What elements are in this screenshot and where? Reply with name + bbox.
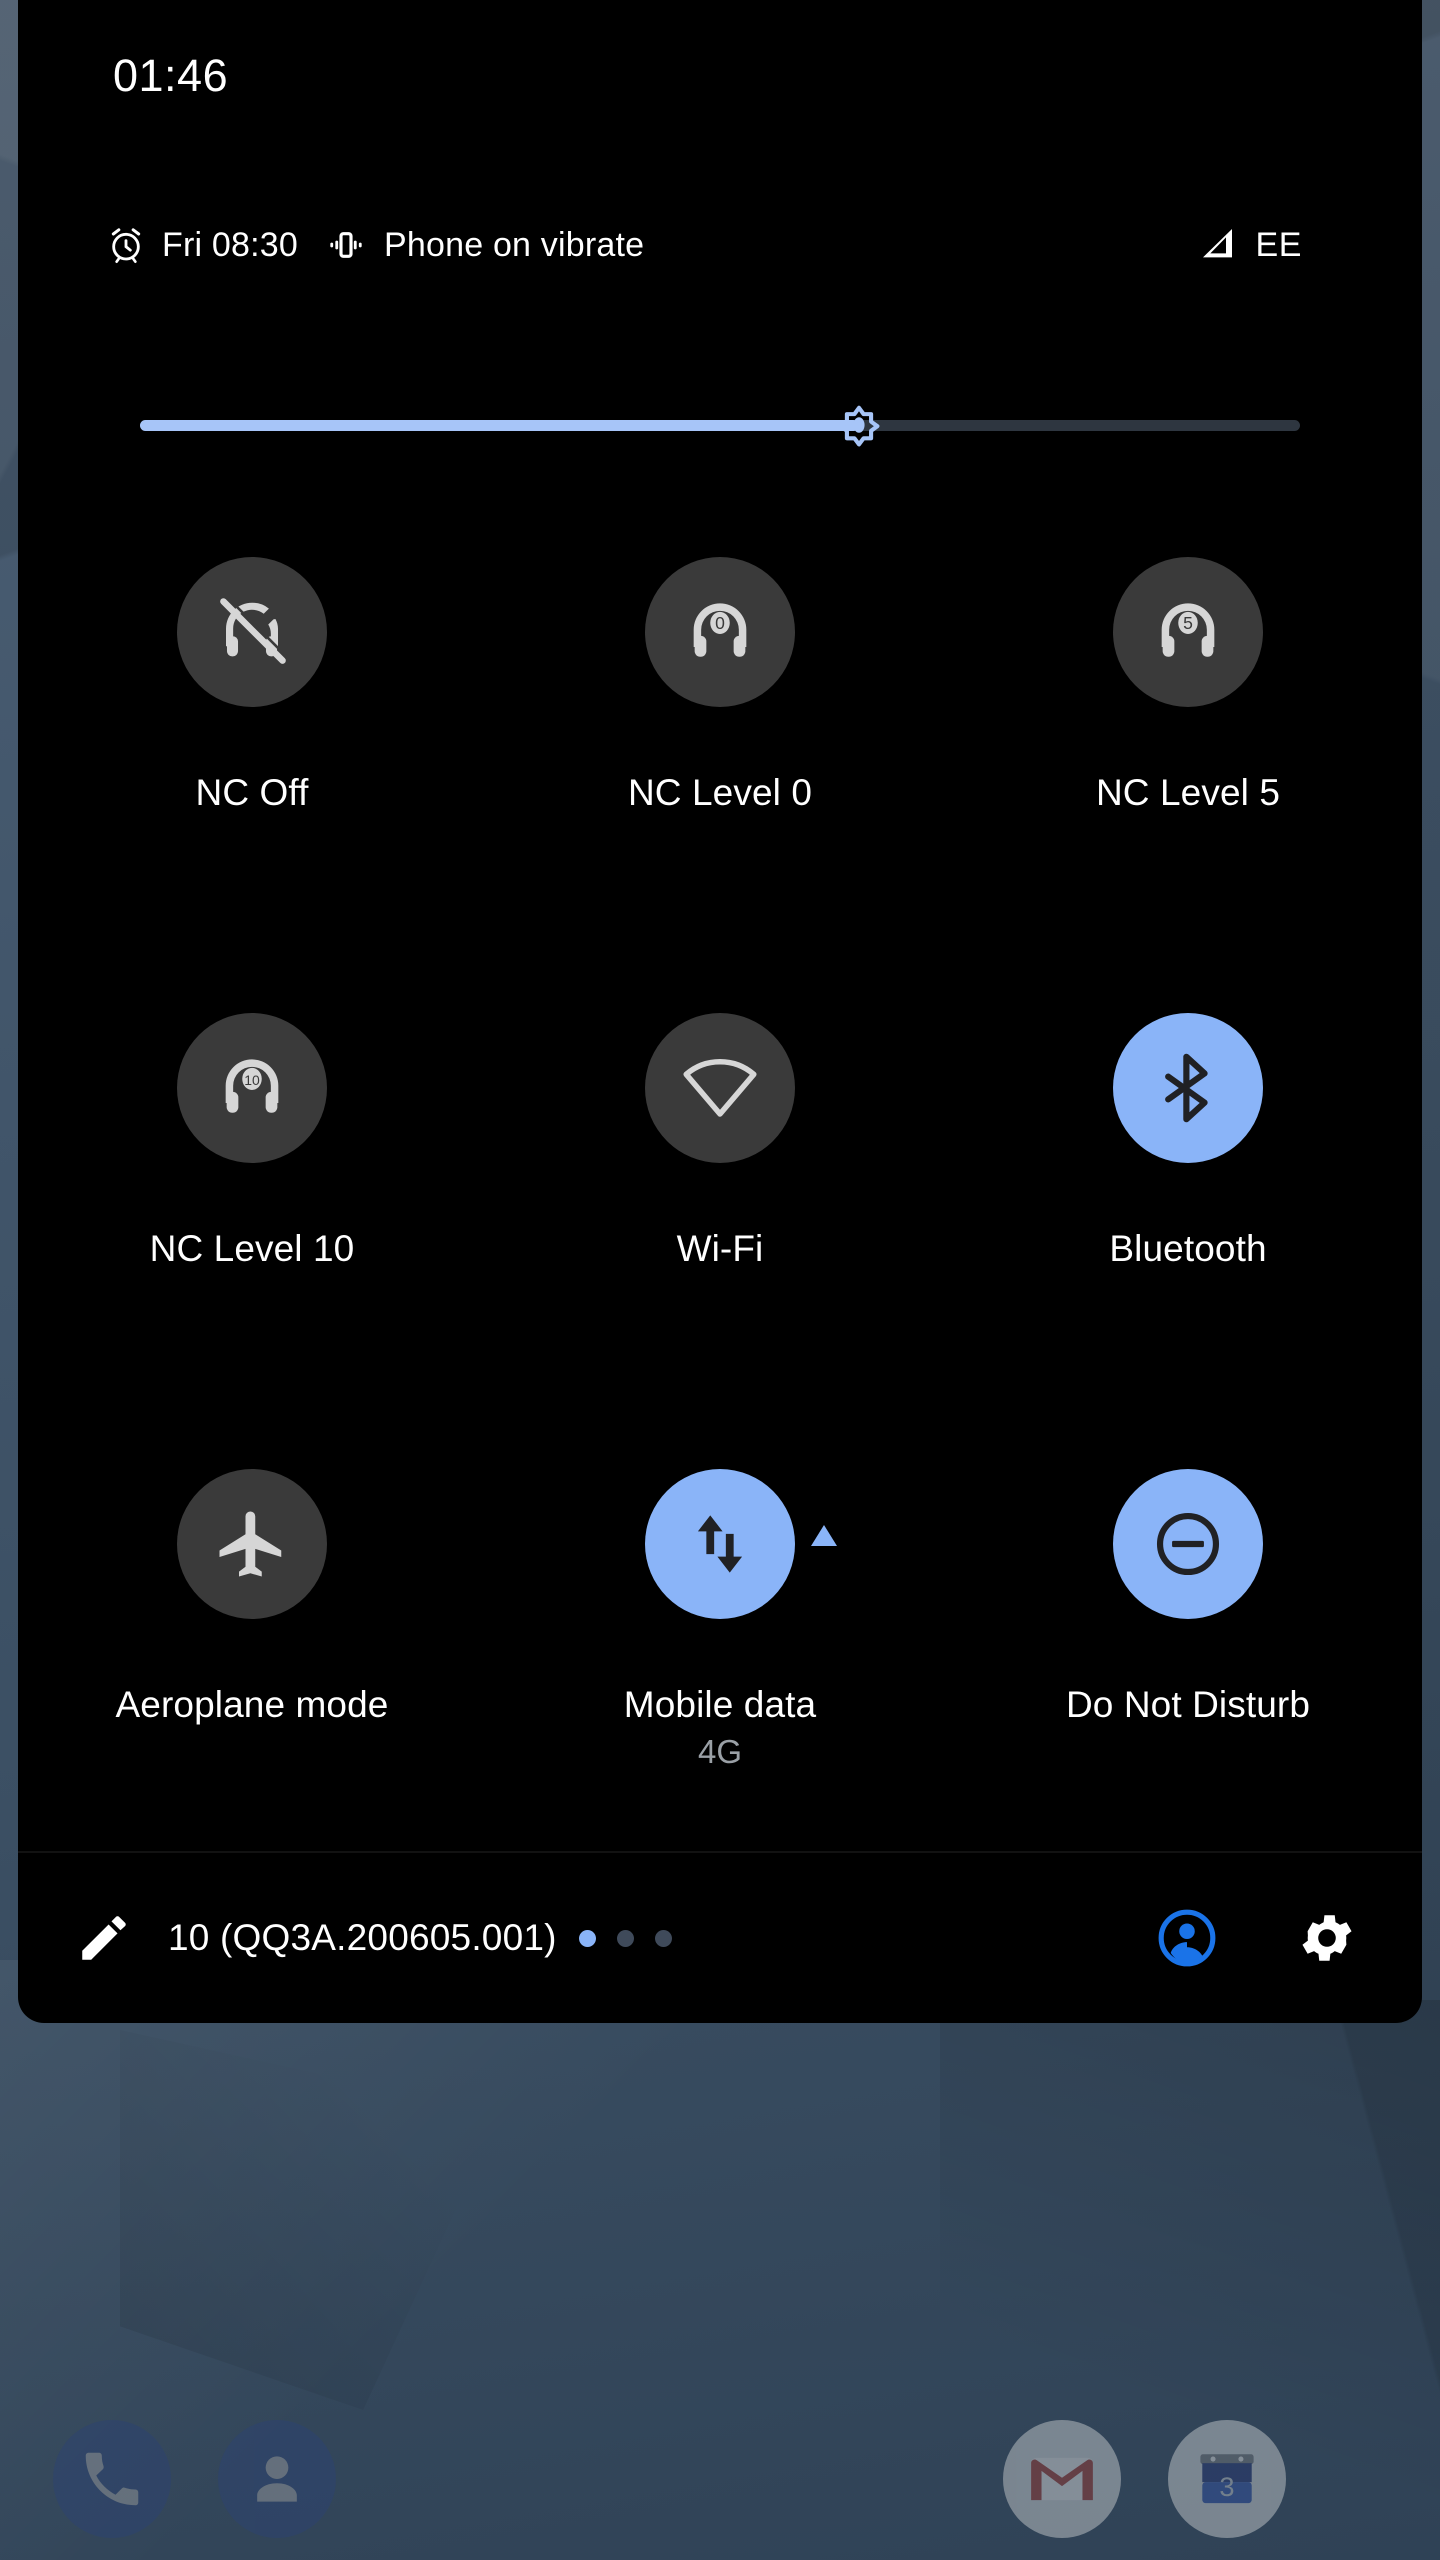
- status-row-left: Fri 08:30 Phone on vibrate: [106, 215, 644, 275]
- ringer-status-label: Phone on vibrate: [383, 225, 645, 264]
- qs-tile-icon-wrap: [1113, 1013, 1263, 1163]
- qs-tile-icon-nc-off[interactable]: [177, 557, 327, 707]
- svg-text:3: 3: [1219, 2471, 1234, 2502]
- qs-tile-label: Aeroplane mode: [115, 1684, 389, 1725]
- qs-tile-expand-badge[interactable]: [811, 1525, 837, 1546]
- qs-tile-icon-bluetooth[interactable]: [1113, 1013, 1263, 1163]
- qs-tile-icon-wrap: [645, 1013, 795, 1163]
- brightness-sun-icon: [838, 405, 880, 447]
- bluetooth-icon: [1165, 1053, 1208, 1123]
- home-dock: 3: [0, 2420, 1440, 2560]
- qs-tile-icon-wrap: [177, 1469, 327, 1619]
- calendar-icon: 3: [1200, 2454, 1254, 2504]
- qs-tile-label: NC Level 5: [1095, 772, 1281, 813]
- qs-tile-label: NC Off: [195, 772, 309, 813]
- tiles-row: NC Off 0 NC Level 0 5 NC Level 5: [18, 545, 1422, 1001]
- brightness-slider[interactable]: [18, 395, 1422, 457]
- qs-tile-label: Wi-Fi: [676, 1228, 764, 1269]
- qs-tile-nc-level-10[interactable]: 10 NC Level 10: [18, 1001, 486, 1457]
- brightness-slider-fill: [140, 420, 860, 431]
- svg-text:5: 5: [1183, 613, 1193, 633]
- gmail-icon: [1031, 2457, 1093, 2501]
- headphones-off-icon: [220, 596, 289, 664]
- page-dot[interactable]: [654, 1929, 672, 1947]
- qs-tile-icon-mobile-data[interactable]: [645, 1469, 795, 1619]
- qs-tile-label: Bluetooth: [1109, 1228, 1267, 1269]
- phone-icon: [85, 2452, 139, 2506]
- cellular-signal-icon: [1197, 223, 1237, 268]
- alarm-time-label: Fri 08:30: [162, 225, 298, 264]
- pencil-edit-icon: [82, 1916, 126, 1960]
- qs-tile-icon-nc-level-5[interactable]: 5: [1113, 557, 1263, 707]
- qs-tile-label: Do Not Disturb: [1065, 1684, 1311, 1725]
- status-row-right: EE: [1197, 215, 1302, 275]
- status-bar-clock: 01:46: [113, 50, 229, 101]
- contacts-icon: [257, 2456, 297, 2502]
- qs-tile-icon-wrap: [1113, 1469, 1263, 1619]
- qs-tile-label: NC Level 0: [627, 772, 813, 813]
- qs-tile-nc-level-5[interactable]: 5 NC Level 5: [954, 545, 1422, 1001]
- tiles-row: 10 NC Level 10 Wi-Fi Bluetooth: [18, 1001, 1422, 1457]
- data-transfer-icon: [697, 1515, 743, 1573]
- quick-settings-status-row: Fri 08:30 Phone on vibrate EE: [18, 215, 1422, 275]
- qs-tile-icon-nc-level-10[interactable]: 10: [177, 1013, 327, 1163]
- do-not-disturb-icon: [1156, 1512, 1220, 1576]
- dock-item-calendar[interactable]: 3: [1168, 2420, 1286, 2538]
- qs-tile-icon-wrap: [177, 557, 327, 707]
- dock-item-gmail[interactable]: [1003, 2420, 1121, 2538]
- qs-tile-nc-level-0[interactable]: 0 NC Level 0: [486, 545, 954, 1001]
- qs-tile-icon-do-not-disturb[interactable]: [1113, 1469, 1263, 1619]
- dock-item-contacts[interactable]: [218, 2420, 336, 2538]
- user-switcher-button[interactable]: [1150, 1901, 1224, 1975]
- qs-tile-icon-wrap: 0: [645, 557, 795, 707]
- edit-tiles-button[interactable]: [68, 1902, 140, 1974]
- headphones-level-icon: 5: [1161, 603, 1215, 657]
- qs-tile-do-not-disturb[interactable]: Do Not Disturb: [954, 1457, 1422, 1913]
- airplane-icon: [219, 1511, 282, 1577]
- alarm-clock-icon: [106, 225, 146, 265]
- settings-button[interactable]: [1290, 1901, 1364, 1975]
- page-indicator-dots[interactable]: [578, 1929, 672, 1947]
- qs-tile-icon-wrap: [645, 1469, 837, 1619]
- qs-tile-label: Mobile data: [623, 1684, 817, 1725]
- build-number-label: 10 (QQ3A.200605.001): [168, 1917, 557, 1958]
- wifi-icon: [683, 1059, 757, 1117]
- svg-text:10: 10: [244, 1072, 260, 1088]
- page-dot[interactable]: [578, 1929, 596, 1947]
- brightness-slider-track[interactable]: [140, 405, 1300, 447]
- svg-text:0: 0: [715, 613, 725, 633]
- quick-settings-footer: 10 (QQ3A.200605.001): [18, 1853, 1422, 2023]
- quick-settings-panel: 01:46 Fri 08:30 Phone on vibrate EE NC O…: [18, 0, 1422, 2023]
- dock-item-phone[interactable]: [53, 2420, 171, 2538]
- gear-settings-icon: [1302, 1915, 1352, 1961]
- qs-tile-icon-wi-fi[interactable]: [645, 1013, 795, 1163]
- tiles-row: Aeroplane mode Mobile data 4G Do Not Distur…: [18, 1457, 1422, 1913]
- user-account-icon: [1158, 1909, 1216, 1967]
- qs-tile-icon-aeroplane-mode[interactable]: [177, 1469, 327, 1619]
- qs-tile-icon-nc-level-0[interactable]: 0: [645, 557, 795, 707]
- vibrate-icon: [326, 225, 366, 265]
- headphones-level-icon: 10: [225, 1059, 279, 1113]
- brightness-slider-thumb[interactable]: [830, 396, 888, 454]
- qs-tile-icon-wrap: 10: [177, 1013, 327, 1163]
- qs-tile-bluetooth[interactable]: Bluetooth: [954, 1001, 1422, 1457]
- qs-tile-aeroplane-mode[interactable]: Aeroplane mode: [18, 1457, 486, 1913]
- qs-tile-sublabel: 4G: [697, 1733, 743, 1771]
- headphones-level-icon: 0: [693, 603, 747, 657]
- page-dot[interactable]: [616, 1929, 634, 1947]
- qs-tile-label: NC Level 10: [149, 1228, 355, 1269]
- quick-settings-tiles-grid: NC Off 0 NC Level 0 5 NC Level 5 10 NC Level 1…: [18, 545, 1422, 1913]
- qs-tile-nc-off[interactable]: NC Off: [18, 545, 486, 1001]
- qs-tile-icon-wrap: 5: [1113, 557, 1263, 707]
- qs-tile-mobile-data[interactable]: Mobile data 4G: [486, 1457, 954, 1913]
- carrier-label: EE: [1255, 225, 1302, 264]
- qs-tile-wi-fi[interactable]: Wi-Fi: [486, 1001, 954, 1457]
